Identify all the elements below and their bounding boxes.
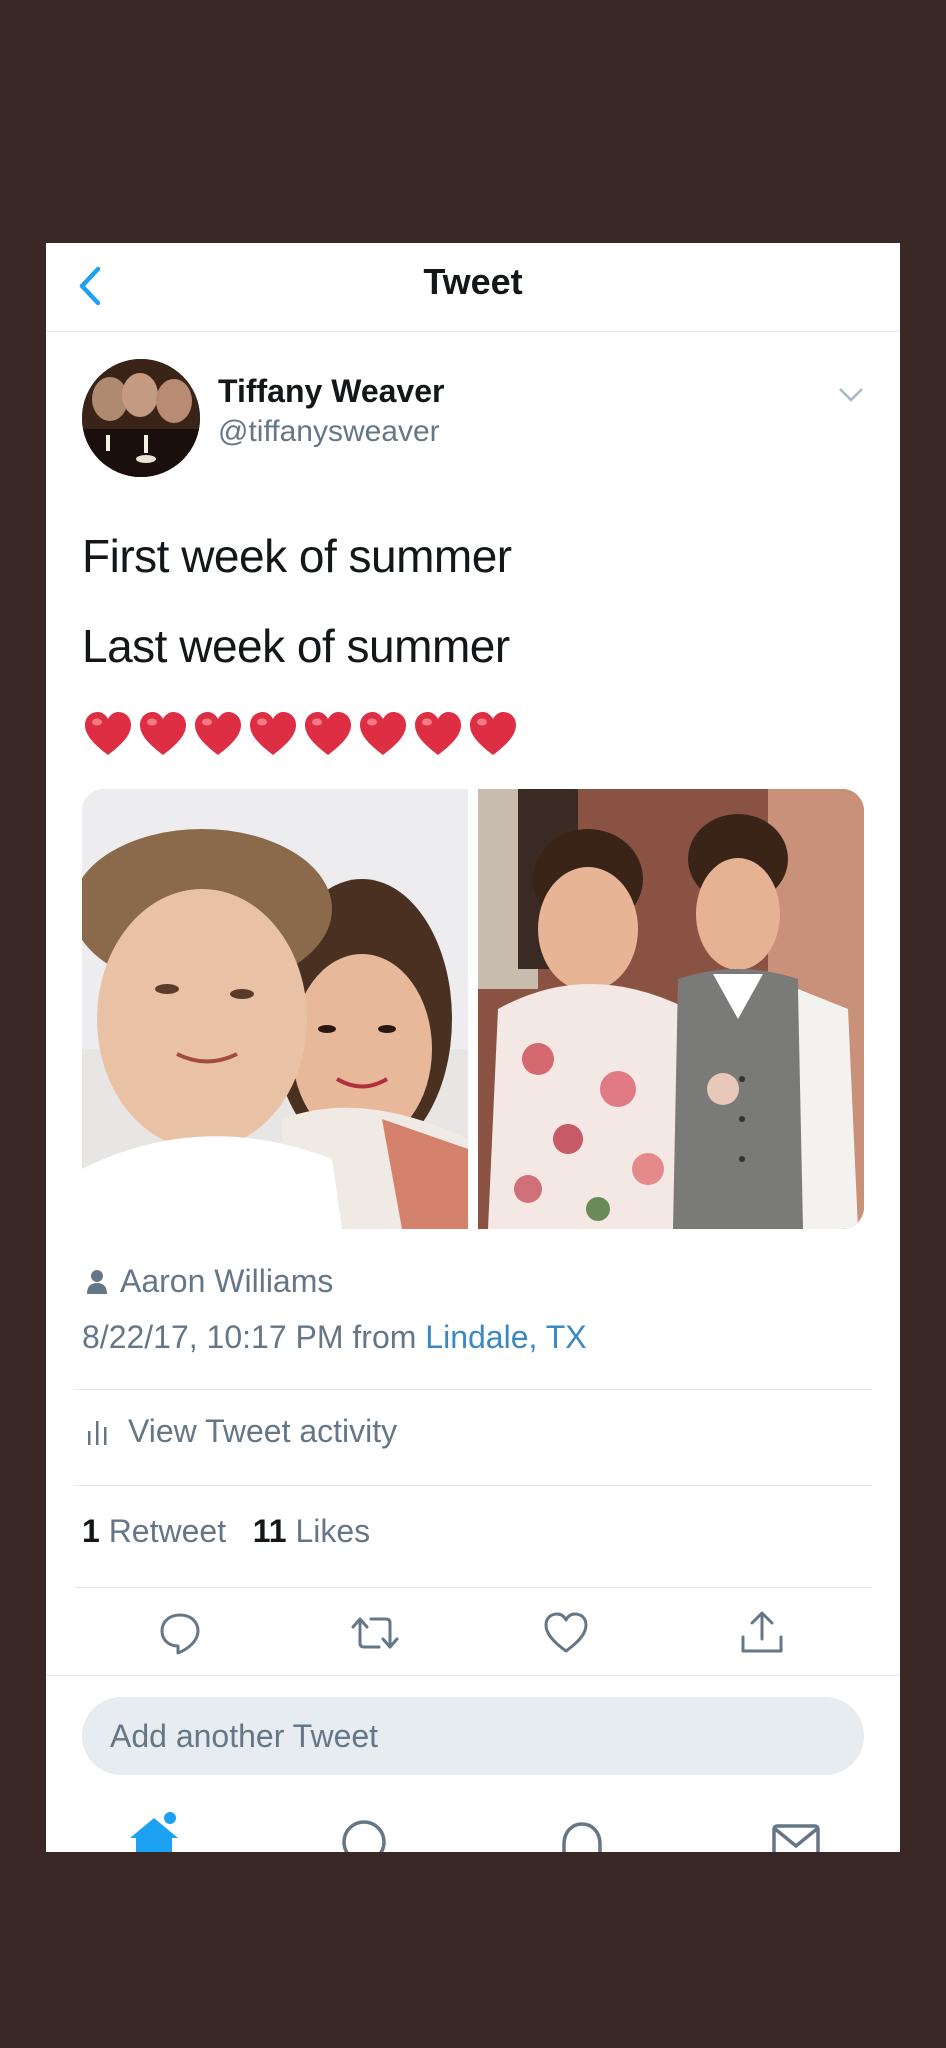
- tab-home[interactable]: [126, 1808, 182, 1852]
- heart-emoji-icon: [85, 712, 131, 755]
- location-link[interactable]: Lindale, TX: [425, 1319, 586, 1355]
- heart-emoji-icon: [470, 712, 516, 755]
- view-activity-label: View Tweet activity: [128, 1413, 398, 1449]
- avatar-image: [82, 359, 200, 477]
- divider: [74, 1587, 872, 1588]
- like-count-link[interactable]: 11 Likes: [253, 1513, 370, 1549]
- divider: [46, 1675, 900, 1676]
- bar-chart-icon: [88, 1420, 107, 1445]
- heart-emoji-icon: [250, 712, 296, 755]
- tweet-photo-2[interactable]: [478, 789, 864, 1229]
- tab-messages[interactable]: [768, 1808, 824, 1852]
- reply-box[interactable]: [82, 1697, 864, 1775]
- share-icon: [741, 1611, 783, 1653]
- divider: [74, 1485, 872, 1486]
- tweet-meta: 8/22/17, 10:17 PM from Lindale, TX: [82, 1319, 587, 1356]
- heart-emoji-icon: [415, 712, 461, 755]
- tweet-photo-1[interactable]: [82, 789, 468, 1229]
- person-icon: [87, 1269, 107, 1294]
- like-count: 11: [252, 1513, 287, 1549]
- avatar[interactable]: [82, 359, 200, 477]
- tagged-user[interactable]: Aaron Williams: [86, 1263, 333, 1300]
- tweet-actions: [46, 1609, 900, 1669]
- photo-selfie: [82, 789, 468, 1229]
- heart-outline-icon: [544, 1612, 588, 1653]
- tweet-timestamp: 8/22/17, 10:17 PM: [82, 1319, 344, 1355]
- author-handle[interactable]: @tiffanysweaver: [218, 415, 440, 449]
- tab-search[interactable]: [336, 1808, 392, 1852]
- author-name[interactable]: Tiffany Weaver: [218, 373, 444, 410]
- retweet-count: 1: [82, 1513, 100, 1549]
- photo-formal: [478, 789, 864, 1229]
- tweet-text-line-1: First week of summer: [82, 530, 512, 582]
- tweet-screen: Tweet Tiffany Weaver @tiffanysweaver Fir…: [46, 243, 900, 1852]
- bell-icon: [562, 1822, 602, 1852]
- search-icon: [342, 1820, 386, 1852]
- home-icon: [130, 1812, 178, 1852]
- reply-icon: [160, 1613, 200, 1655]
- tweet-text-line-2: Last week of summer: [82, 620, 510, 672]
- tab-bar: [46, 1808, 900, 1852]
- retweet-button[interactable]: [349, 1609, 399, 1657]
- retweet-count-label: Retweet: [108, 1513, 227, 1549]
- view-activity-button[interactable]: View Tweet activity: [86, 1413, 397, 1450]
- reply-input[interactable]: [82, 1697, 864, 1775]
- heart-emoji-icon: [140, 712, 186, 755]
- reply-button[interactable]: [156, 1609, 204, 1657]
- tab-notifications[interactable]: [554, 1808, 610, 1852]
- page-title: Tweet: [423, 261, 523, 302]
- chevron-down-icon: [839, 388, 863, 402]
- heart-emoji-icon: [360, 712, 406, 755]
- like-count-label: Likes: [295, 1513, 371, 1549]
- from-label: from: [352, 1319, 417, 1355]
- retweet-count-link[interactable]: 1 Retweet: [82, 1513, 226, 1549]
- heart-emoji-icon: [305, 712, 351, 755]
- heart-emoji-row: [82, 709, 519, 759]
- heart-emoji-icon: [195, 712, 241, 755]
- engagement-counts: 1 Retweet 11 Likes: [82, 1513, 370, 1550]
- divider: [74, 1389, 872, 1390]
- navbar: Tweet: [46, 243, 900, 332]
- share-button[interactable]: [738, 1609, 786, 1657]
- envelope-icon: [772, 1824, 820, 1852]
- tweet-options-button[interactable]: [836, 383, 866, 407]
- retweet-icon: [351, 1617, 399, 1649]
- tagged-user-name: Aaron Williams: [120, 1263, 334, 1299]
- like-button[interactable]: [542, 1609, 590, 1657]
